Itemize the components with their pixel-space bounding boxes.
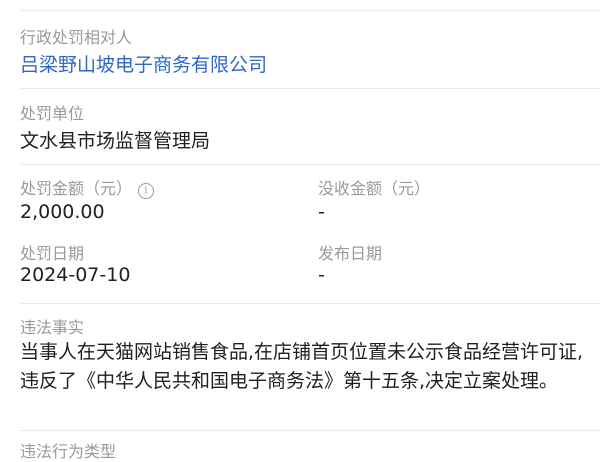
party-link[interactable]: 吕梁野山坡电子商务有限公司 <box>20 50 267 77</box>
publish-value: - <box>318 264 325 286</box>
amount-value: 2,000.00 <box>20 201 105 223</box>
divider-4 <box>20 430 600 431</box>
violation-type-label: 违法行为类型 <box>20 442 117 461</box>
confiscation-value: - <box>318 201 325 223</box>
amount-label-text: 处罚金额（元） <box>20 179 133 198</box>
confiscation-label: 没收金额（元） <box>318 179 431 198</box>
info-icon[interactable]: i <box>138 183 155 199</box>
date-label: 处罚日期 <box>20 244 85 263</box>
divider-1 <box>20 88 600 89</box>
unit-label: 处罚单位 <box>20 104 85 123</box>
amount-label: 处罚金额（元） i <box>20 175 155 199</box>
publish-label: 发布日期 <box>318 244 383 263</box>
facts-label: 违法事实 <box>20 318 85 337</box>
unit-value: 文水县市场监督管理局 <box>20 130 211 152</box>
top-divider <box>20 10 600 11</box>
date-value: 2024-07-10 <box>20 264 131 286</box>
divider-3 <box>20 303 600 304</box>
facts-text: 当事人在天猫网站销售食品,在店铺首页位置未公示食品经营许可证,违反了《中华人民共… <box>20 341 584 392</box>
party-label: 行政处罚相对人 <box>20 28 133 47</box>
divider-2 <box>20 164 600 165</box>
